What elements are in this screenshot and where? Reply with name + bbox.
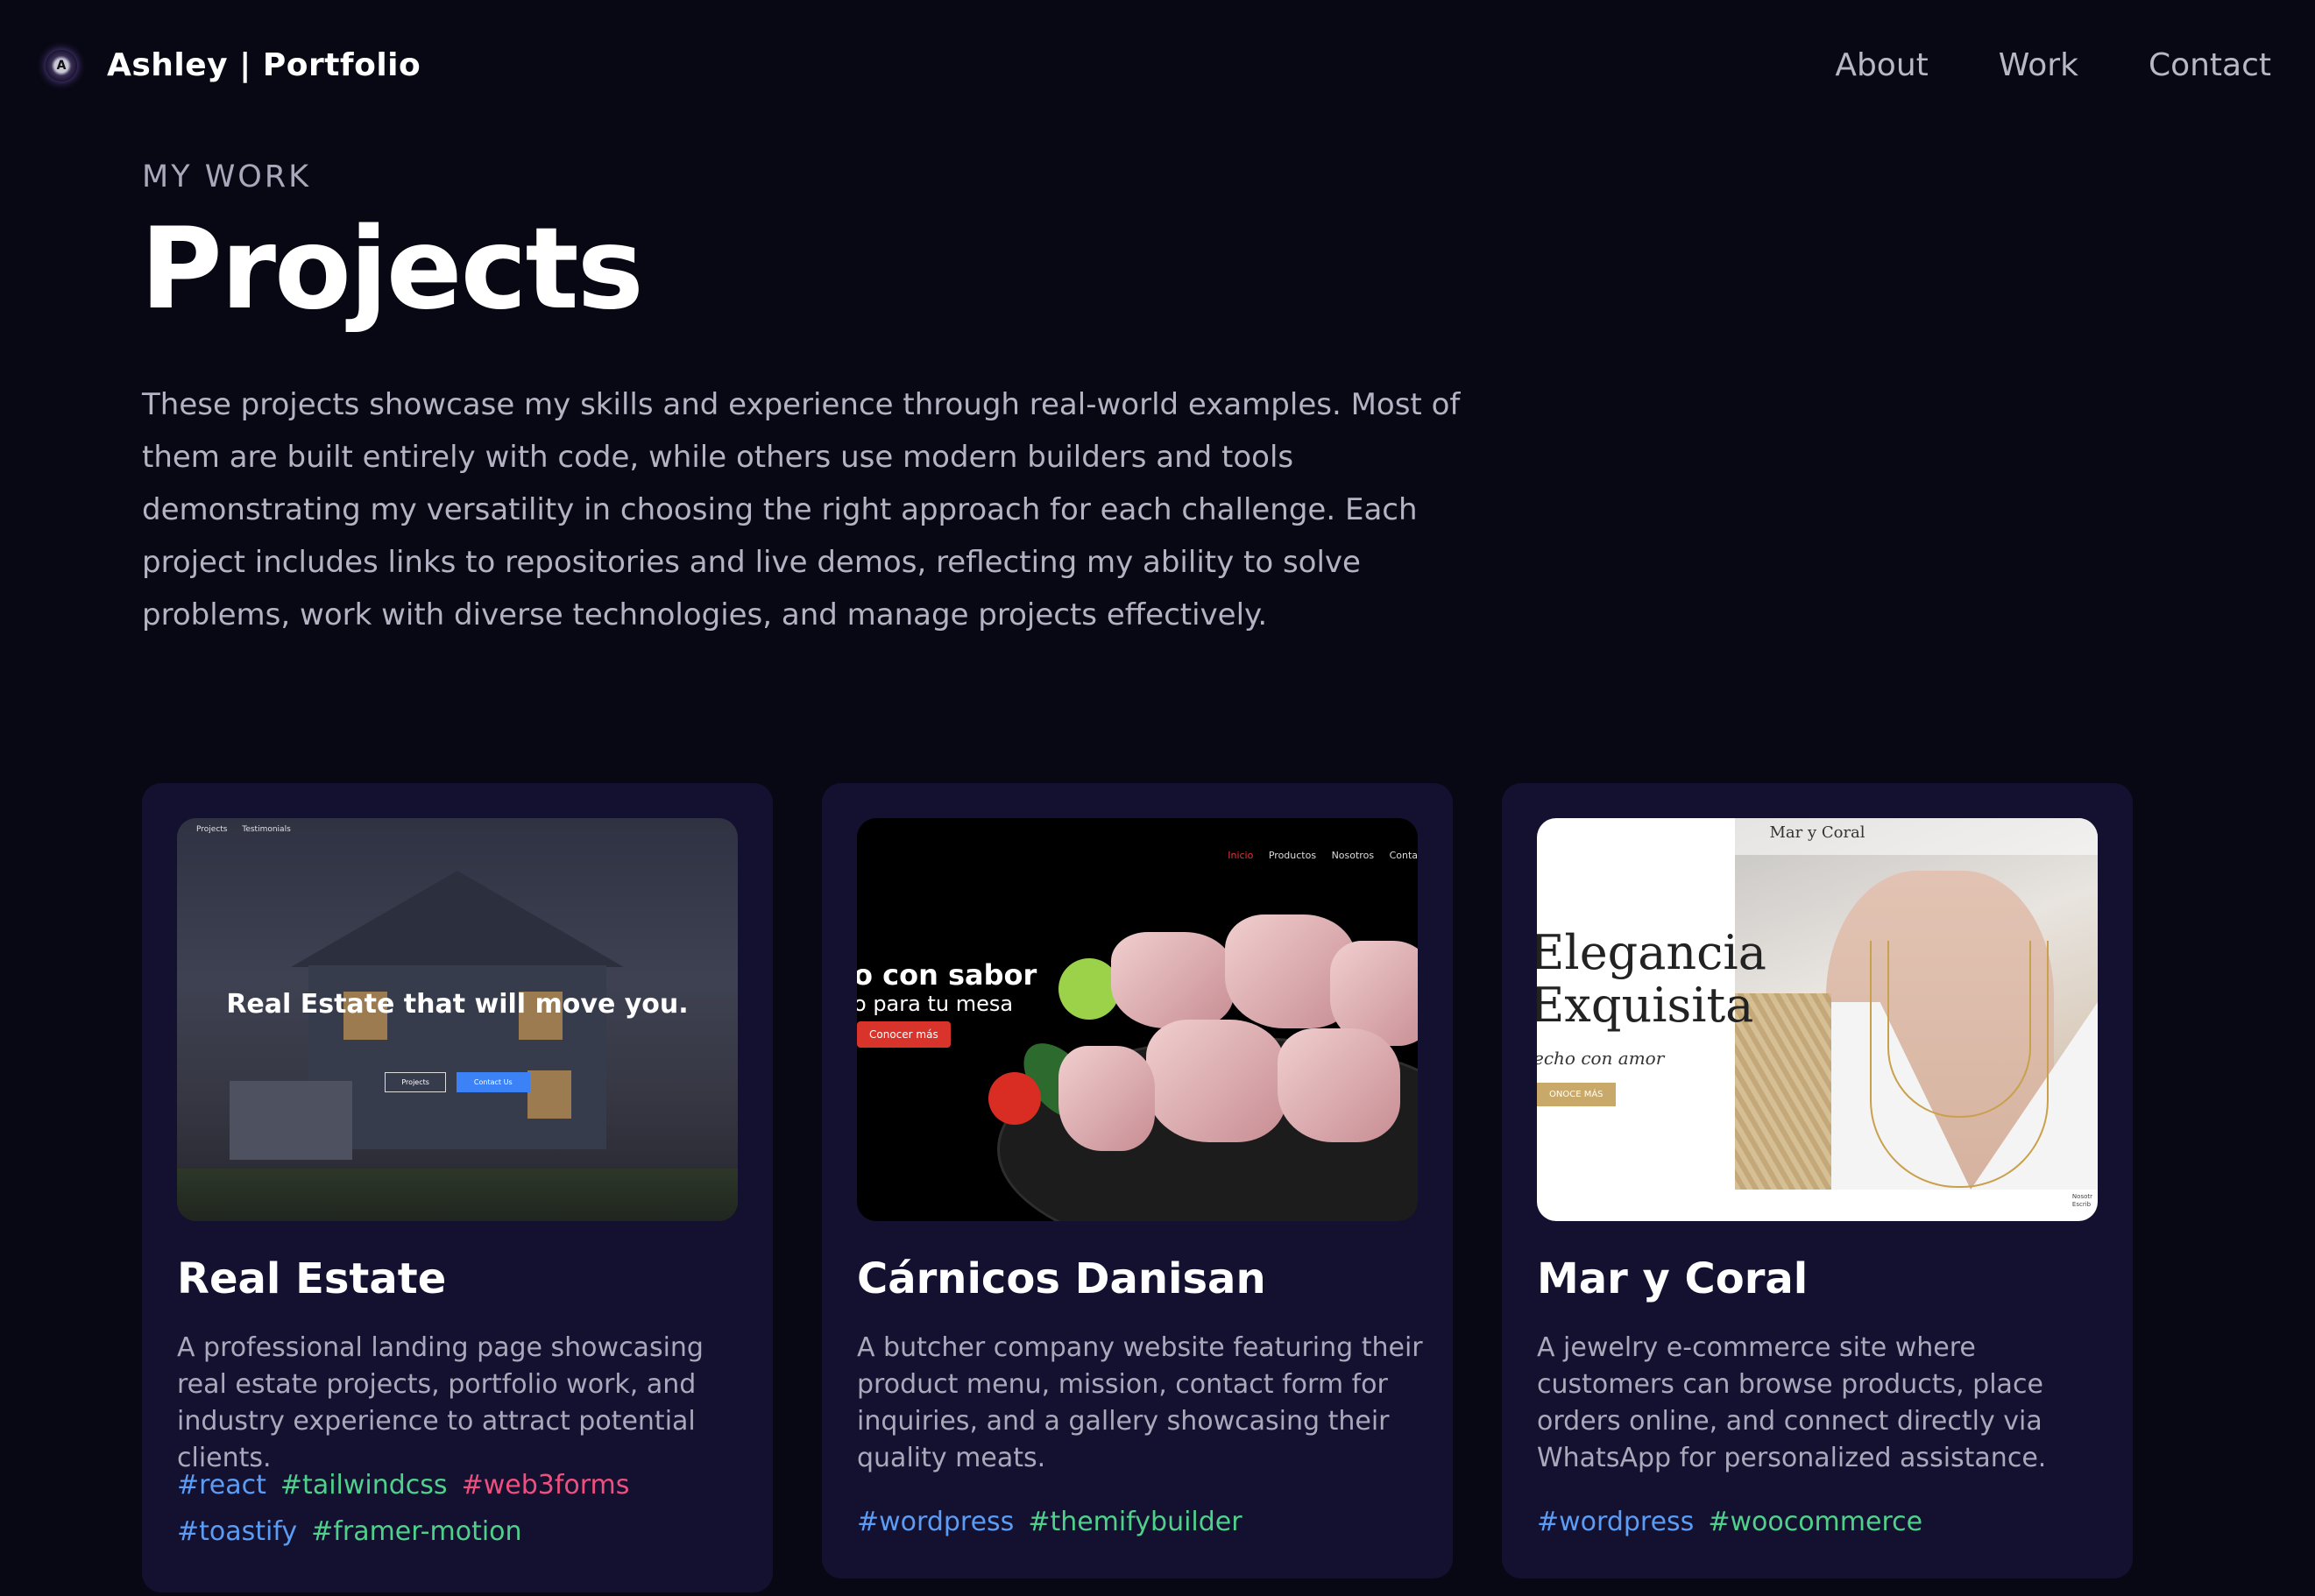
tag[interactable]: #framer-motion — [311, 1516, 521, 1547]
preview-subline: o para tu mesa — [857, 992, 1014, 1016]
preview-buttons: Projects Contact Us — [177, 1072, 738, 1092]
meat-piece — [1278, 1028, 1400, 1142]
brand-name: Ashley | Portfolio — [107, 47, 421, 83]
preview-cta-button: ONOCE MÁS — [1537, 1083, 1616, 1106]
project-title[interactable]: Cárnicos Danisan — [857, 1254, 1266, 1303]
project-description: A jewelry e-commerce site where customer… — [1537, 1332, 2047, 1473]
preview-corner-item: Escrib — [2071, 1201, 2092, 1208]
preview-nav: Projects Testimonials — [196, 825, 303, 834]
preview-nav-item: Inicio — [1228, 850, 1254, 861]
brand-logo[interactable]: A Ashley | Portfolio — [46, 47, 421, 83]
image-overlay — [177, 818, 738, 1221]
intro-paragraph: These projects showcase my skills and ex… — [142, 387, 1461, 632]
preview-headline: Elegancia — [1537, 925, 1766, 980]
preview-projects-button: Projects — [385, 1072, 446, 1092]
project-description: A professional landing page showcasing r… — [177, 1332, 704, 1473]
tag[interactable]: #web3forms — [462, 1470, 630, 1501]
project-thumbnail[interactable]: Inicio Productos Nosotros Conta o con sa… — [857, 818, 1418, 1221]
preview-nav-item: Projects — [196, 825, 228, 834]
tag[interactable]: #themifybuilder — [1028, 1507, 1242, 1537]
project-tags: #wordpress #woocommerce — [1537, 1507, 2115, 1537]
project-card-real-estate[interactable]: Projects Testimonials Real Estate that w… — [142, 783, 773, 1592]
meat-piece — [1146, 1020, 1286, 1142]
section-eyebrow: MY WORK — [142, 159, 312, 194]
meat-piece — [1111, 932, 1234, 1028]
meat-piece — [1058, 1046, 1155, 1151]
tag[interactable]: #react — [177, 1470, 266, 1501]
tag[interactable]: #wordpress — [857, 1507, 1014, 1537]
project-card-mar-y-coral[interactable]: Mar y Coral Elegancia Exquisita echo con… — [1502, 783, 2133, 1578]
preview-nav-item: Productos — [1268, 850, 1317, 861]
preview-tagline: echo con amor — [1537, 1048, 1665, 1069]
preview-headline: Exquisita — [1537, 978, 1754, 1033]
preview-nav: Inicio Productos Nosotros Conta — [1215, 850, 1418, 861]
project-thumbnail[interactable]: Projects Testimonials Real Estate that w… — [177, 818, 738, 1221]
page-title: Projects — [140, 204, 644, 335]
tomato — [988, 1072, 1041, 1125]
preview-brand: Mar y Coral — [1769, 823, 1865, 842]
nav-work[interactable]: Work — [1999, 47, 2078, 83]
project-description: A butcher company website featuring thei… — [857, 1332, 1423, 1473]
logo-icon: A — [46, 49, 77, 81]
preview-nav-item: Testimonials — [242, 825, 291, 834]
nav-contact[interactable]: Contact — [2149, 47, 2271, 83]
project-title[interactable]: Mar y Coral — [1537, 1254, 1808, 1303]
tag[interactable]: #tailwindcss — [280, 1470, 448, 1501]
preview-nav-item: Nosotros — [1331, 850, 1375, 861]
project-thumbnail[interactable]: Mar y Coral Elegancia Exquisita echo con… — [1537, 818, 2098, 1221]
nav-about[interactable]: About — [1835, 47, 1928, 83]
tag[interactable]: #woocommerce — [1708, 1507, 1922, 1537]
project-card-carnicos-danisan[interactable]: Inicio Productos Nosotros Conta o con sa… — [822, 783, 1453, 1578]
preview-nav-item: Conta — [1389, 850, 1418, 861]
necklace — [1887, 941, 2031, 1118]
project-tags: #react #tailwindcss #web3forms #toastify… — [177, 1470, 755, 1547]
project-title[interactable]: Real Estate — [177, 1254, 446, 1303]
tag[interactable]: #toastify — [177, 1516, 297, 1547]
tag[interactable]: #wordpress — [1537, 1507, 1694, 1537]
top-nav: A Ashley | Portfolio About Work Contact — [0, 0, 2315, 140]
preview-corner-text: Nosotr Escrib — [2072, 1193, 2092, 1209]
preview-corner-item: Nosotr — [2071, 1193, 2092, 1200]
preview-contact-button: Contact Us — [456, 1072, 530, 1092]
preview-cta-button: Conocer más — [857, 1021, 951, 1048]
nav-links: About Work Contact — [1835, 47, 2271, 83]
preview-headline: o con sabor — [857, 958, 1037, 992]
project-tags: #wordpress #themifybuilder — [857, 1507, 1435, 1537]
preview-headline: Real Estate that will move you. — [226, 989, 689, 1020]
